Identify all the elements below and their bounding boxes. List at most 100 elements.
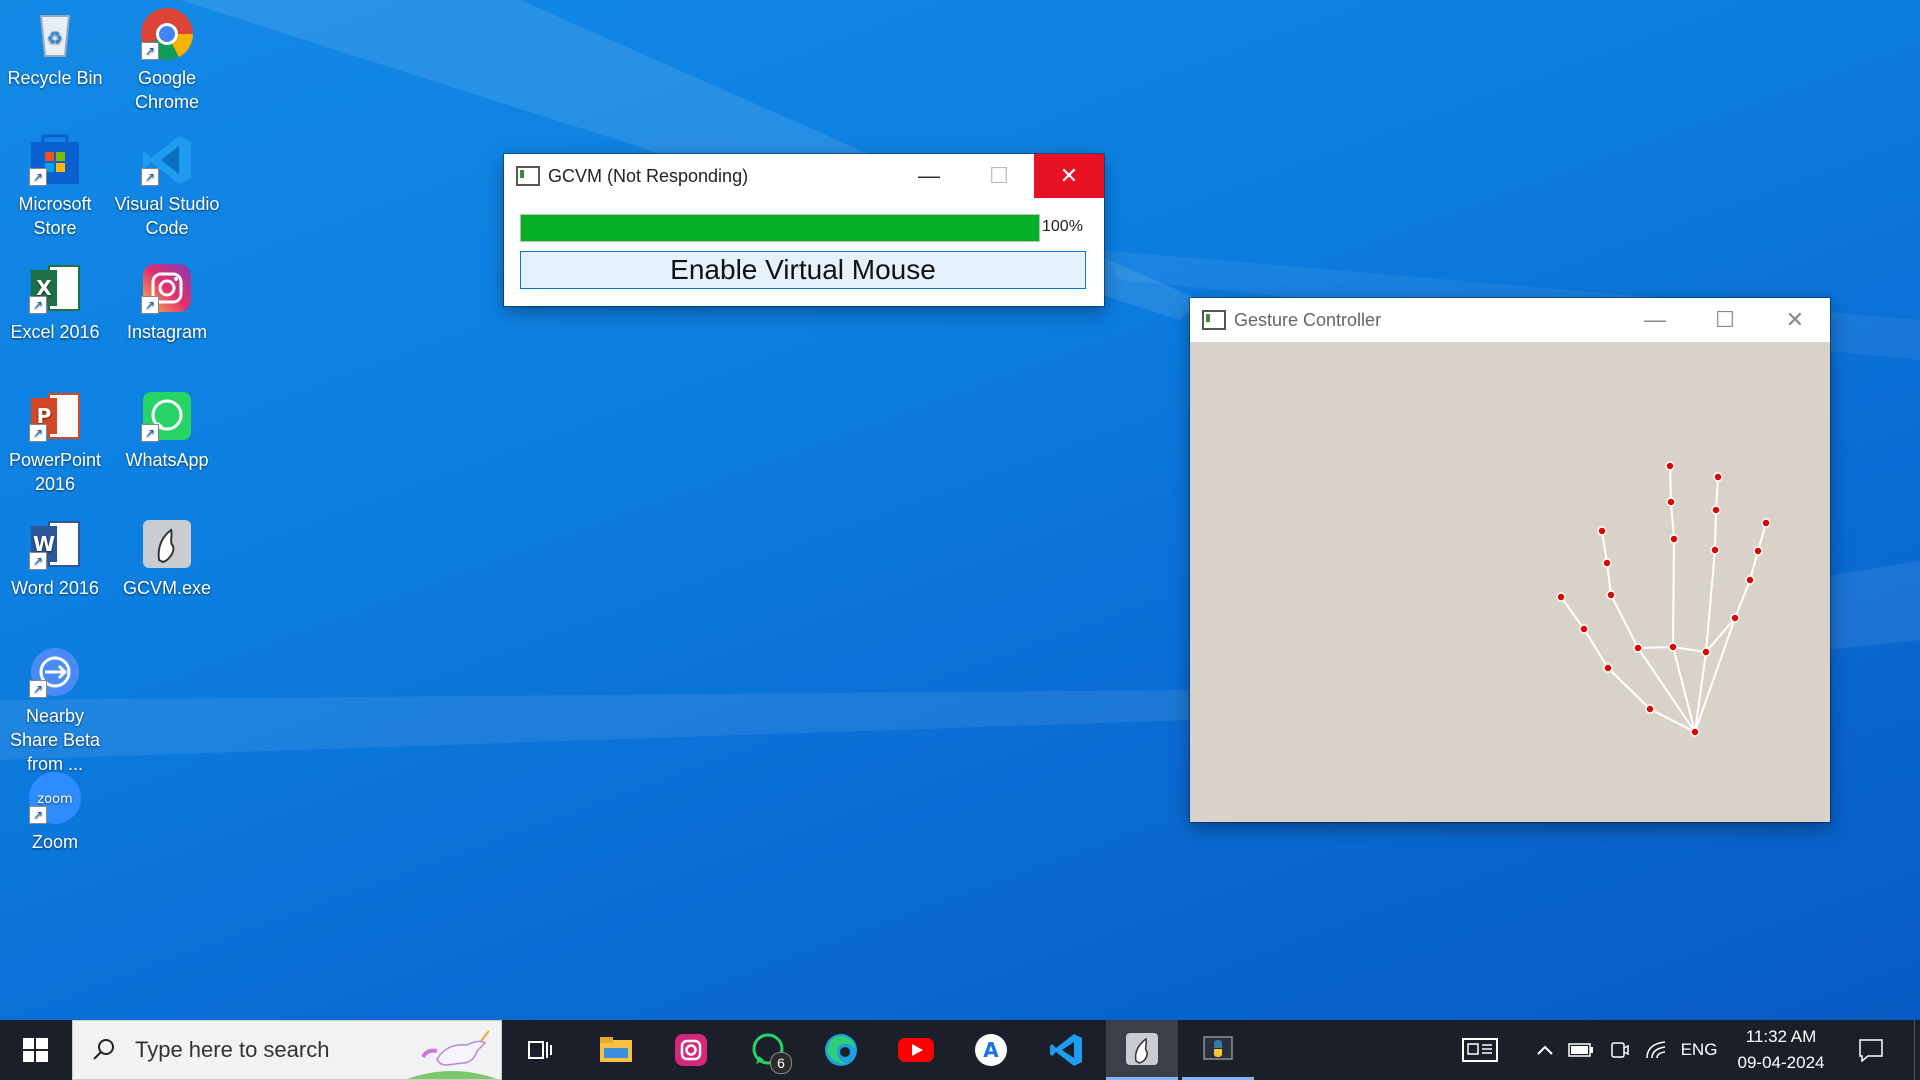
minimize-button[interactable]: — [894, 154, 964, 198]
zoom-icon: zoom ↗ [27, 770, 83, 826]
instagram-icon: ↗ [139, 260, 195, 316]
desktop-icon-visual-studio-code[interactable]: ↗ Visual Studio Code [112, 132, 222, 240]
maximize-button[interactable]: ☐ [964, 154, 1034, 198]
whatsapp-unread-badge: 6 [770, 1052, 792, 1074]
gcvm-icon [1126, 1032, 1158, 1065]
progress-bar [520, 214, 1040, 242]
task-view-icon [528, 1041, 552, 1059]
vscode-icon [1050, 1034, 1082, 1066]
search-placeholder: Type here to search [135, 1037, 330, 1062]
desktop-icon-label: Recycle Bin [7, 68, 103, 88]
youtube-icon [898, 1038, 934, 1062]
close-button[interactable]: ✕ [1034, 154, 1104, 198]
start-button[interactable] [0, 1020, 72, 1080]
maximize-icon: ☐ [1715, 307, 1735, 332]
battery-indicator[interactable] [1564, 1020, 1598, 1080]
clock-date: 09-04-2024 [1737, 1053, 1825, 1072]
gesture-window-title: Gesture Controller [1234, 309, 1382, 330]
progress-fill [521, 215, 1039, 241]
enable-virtual-mouse-button[interactable]: Enable Virtual Mouse [520, 251, 1086, 289]
svg-text:♻: ♻ [47, 28, 63, 49]
search-box[interactable]: Type here to search [72, 1020, 502, 1080]
maximize-icon: ☐ [989, 163, 1009, 188]
minimize-button[interactable]: — [1620, 298, 1690, 342]
taskbar-whatsapp[interactable]: 6 [736, 1020, 800, 1080]
gcvm-window-title: GCVM (Not Responding) [548, 165, 749, 186]
svg-text:A: A [983, 1038, 999, 1062]
excel-icon: X ↗ [27, 260, 83, 316]
taskbar-instagram[interactable] [661, 1020, 721, 1080]
windows-logo-icon [23, 1038, 48, 1062]
input-language-indicator[interactable]: ENG [1676, 1020, 1722, 1080]
desktop-icon-label: WhatsApp [125, 450, 209, 470]
vscode-icon: ↗ [139, 132, 195, 188]
edge-icon [825, 1034, 857, 1066]
desktop-icon-powerpoint-2016[interactable]: P ↗ PowerPoint 2016 [0, 388, 110, 496]
powerpoint-icon: P ↗ [27, 388, 83, 444]
desktop-icon-label: Excel 2016 [10, 322, 100, 342]
microsoft-store-icon: ↗ [27, 132, 83, 188]
taskbar-vscode[interactable] [1036, 1020, 1096, 1080]
nearby-share-icon: ↗ [27, 644, 83, 700]
desktop-icon-instagram[interactable]: ↗ Instagram [112, 260, 222, 344]
desktop-icon-label: Instagram [126, 322, 208, 342]
desktop-icon-zoom[interactable]: zoom ↗ Zoom [0, 770, 110, 854]
action-center-button[interactable] [1842, 1020, 1900, 1080]
app-store-icon: A [975, 1034, 1007, 1066]
word-icon: W ↗ [27, 516, 83, 572]
maximize-button[interactable]: ☐ [1690, 298, 1760, 342]
search-icon [93, 1039, 114, 1060]
unicorn-doodle-icon [407, 1030, 497, 1079]
camera-icon [1611, 1042, 1629, 1058]
show-desktop-button[interactable] [1914, 1020, 1920, 1080]
taskbar-app-store[interactable]: A [961, 1020, 1021, 1080]
recycle-bin-icon: ♻ [27, 6, 83, 62]
taskbar-gcvm[interactable] [1106, 1020, 1178, 1080]
minimize-icon: — [918, 163, 940, 188]
desktop-icon-label: Word 2016 [11, 578, 99, 598]
desktop-icon-label: Visual Studio Code [114, 194, 220, 238]
chrome-icon: ↗ [139, 6, 195, 62]
gcvm-window: GCVM (Not Responding) — ☐ ✕ 100% Enable … [504, 154, 1104, 306]
camera-feed [1190, 342, 1830, 822]
show-hidden-icons-button[interactable] [1530, 1020, 1560, 1080]
whatsapp-icon: ↗ [139, 388, 195, 444]
clock[interactable]: 11:32 AM 09-04-2024 [1728, 1020, 1834, 1080]
battery-icon [1568, 1043, 1593, 1057]
task-view-button[interactable] [510, 1020, 570, 1080]
desktop-icon-recycle-bin[interactable]: ♻ Recycle Bin [0, 6, 110, 90]
desktop-icon-gcvm[interactable]: GCVM.exe [112, 516, 222, 600]
desktop-icon-excel-2016[interactable]: X ↗ Excel 2016 [0, 260, 110, 344]
python-icon [1203, 1035, 1233, 1060]
taskbar-news-widget[interactable] [1450, 1020, 1510, 1080]
desktop-icon-label: Nearby Share Beta from ... [9, 706, 101, 774]
minimize-icon: — [1644, 307, 1666, 332]
gesture-controller-window: Gesture Controller — ☐ ✕ [1190, 298, 1830, 822]
notification-icon [1859, 1039, 1883, 1062]
gesture-titlebar[interactable]: Gesture Controller — ☐ ✕ [1190, 298, 1830, 342]
taskbar: Type here to search 6 A ENG 11:32 AM 09-… [0, 1020, 1920, 1080]
chevron-up-icon [1537, 1045, 1553, 1055]
gcvm-icon [139, 516, 195, 572]
desktop-icon-microsoft-store[interactable]: ↗ Microsoft Store [0, 132, 110, 240]
taskbar-file-explorer[interactable] [586, 1020, 646, 1080]
close-button[interactable]: ✕ [1760, 298, 1830, 342]
desktop-icon-nearby-share[interactable]: ↗ Nearby Share Beta from ... [0, 644, 110, 776]
desktop-icon-word-2016[interactable]: W ↗ Word 2016 [0, 516, 110, 600]
gcvm-titlebar[interactable]: GCVM (Not Responding) — ☐ ✕ [504, 154, 1104, 198]
instagram-icon [675, 1034, 707, 1066]
network-indicator[interactable] [1640, 1020, 1672, 1080]
svg-text:zoom: zoom [37, 792, 72, 807]
clock-time: 11:32 AM [1745, 1027, 1817, 1046]
meet-now-button[interactable] [1604, 1020, 1634, 1080]
taskbar-edge[interactable] [811, 1020, 871, 1080]
wifi-icon [1646, 1041, 1666, 1059]
desktop-icon-google-chrome[interactable]: ↗ Google Chrome [112, 6, 222, 114]
desktop-icon-label: Google Chrome [134, 68, 200, 112]
progress-label: 100% [1042, 218, 1083, 235]
desktop-icon-label: GCVM.exe [122, 578, 212, 598]
desktop-icon-whatsapp[interactable]: ↗ WhatsApp [112, 388, 222, 472]
taskbar-python[interactable] [1182, 1020, 1254, 1080]
taskbar-youtube[interactable] [886, 1020, 946, 1080]
close-icon: ✕ [1059, 163, 1079, 188]
